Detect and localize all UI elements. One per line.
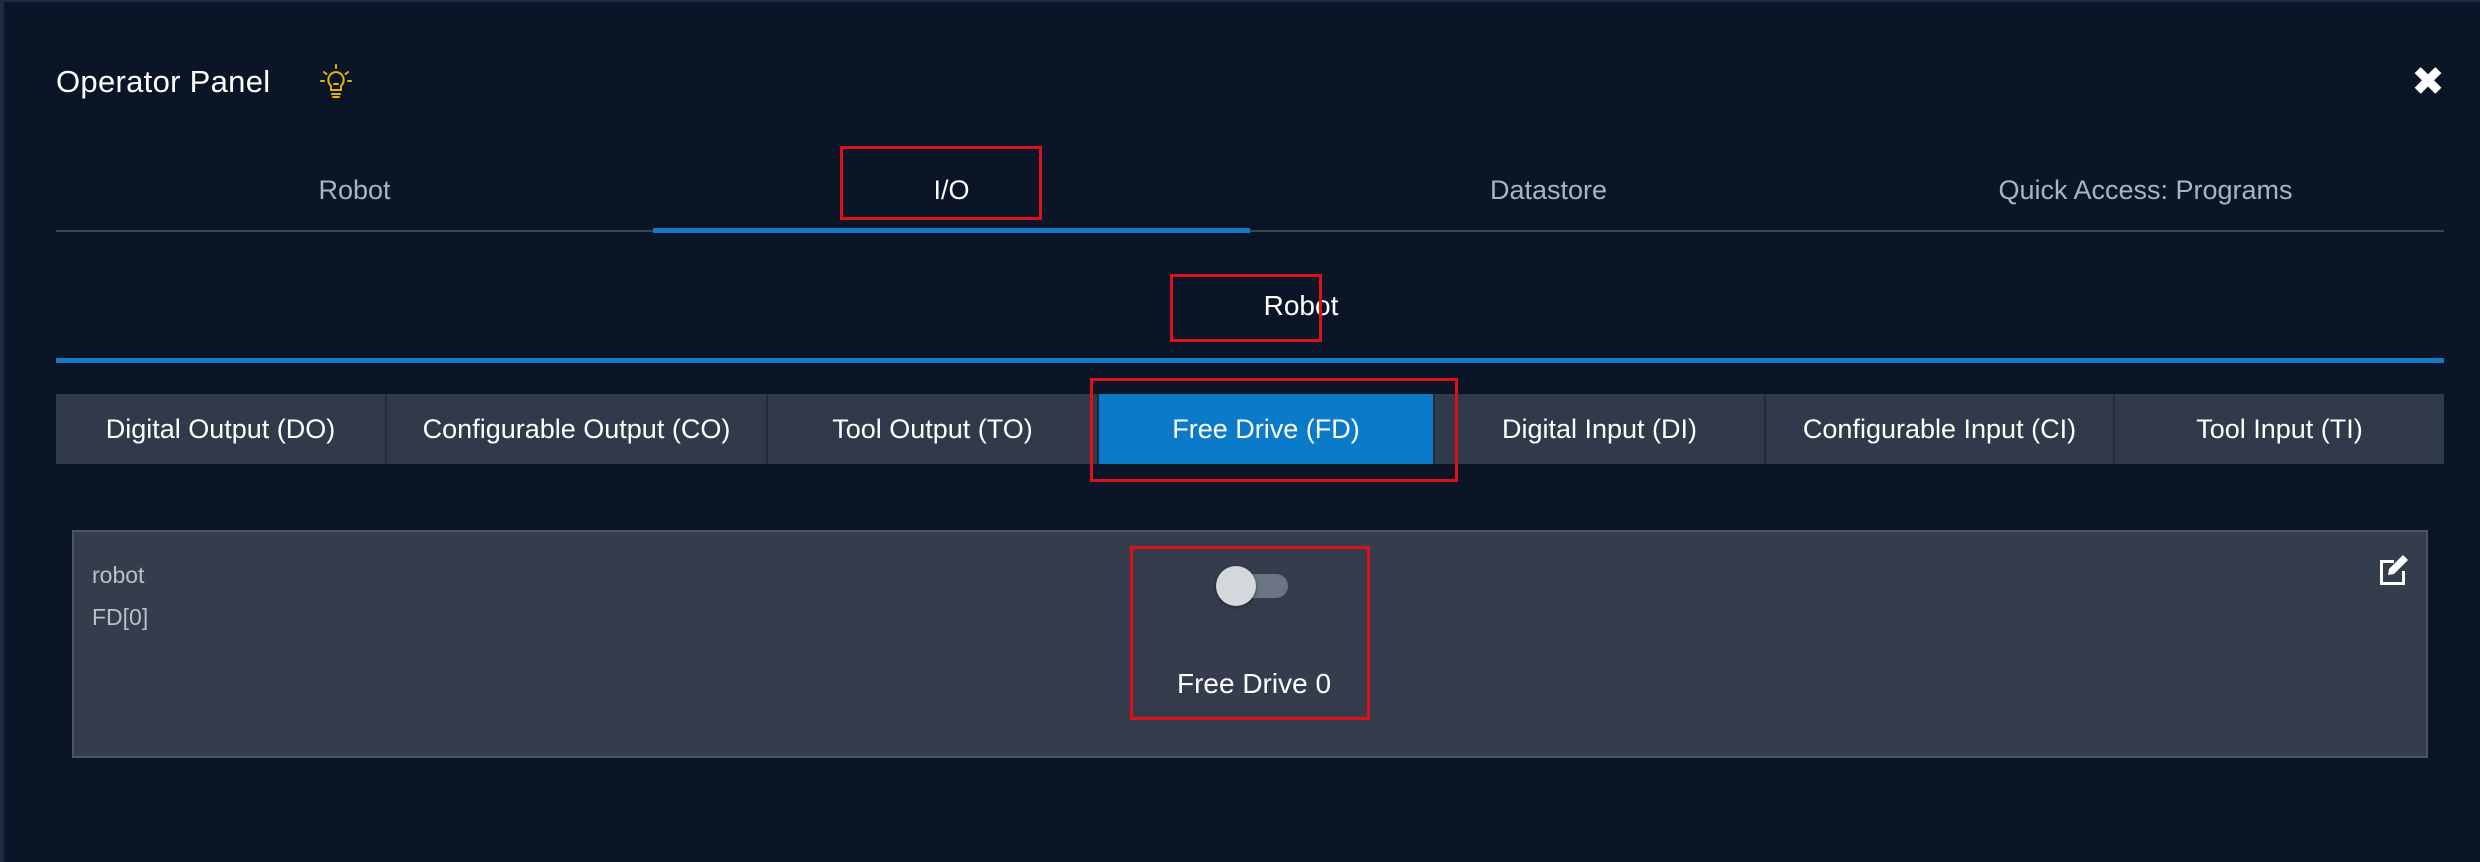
tab-configurable-output[interactable]: Configurable Output (CO)	[387, 394, 768, 464]
tab-digital-input[interactable]: Digital Input (DI)	[1435, 394, 1766, 464]
toggle-knob	[1216, 566, 1256, 606]
io-type-tabs: Digital Output (DO) Configurable Output …	[56, 394, 2444, 464]
tab-label: Robot	[318, 174, 391, 205]
panel-header: Operator Panel	[56, 64, 353, 100]
io-tab-label: Configurable Output (CO)	[422, 413, 731, 444]
tab-tool-input[interactable]: Tool Input (TI)	[2115, 394, 2444, 464]
tab-label: Quick Access: Programs	[1998, 174, 2293, 205]
main-tabs: Robot I/O Datastore Quick Access: Progra…	[56, 150, 2444, 233]
panel-title: Operator Panel	[56, 64, 271, 99]
io-tab-label: Configurable Input (CI)	[1802, 413, 2077, 444]
operator-panel: Operator Panel ✖ Robot I/O Datastore Qui…	[0, 0, 2480, 862]
io-item-address: FD[0]	[92, 604, 149, 630]
tab-datastore[interactable]: Datastore	[1250, 150, 1847, 230]
io-tab-label: Digital Input (DI)	[1501, 413, 1698, 444]
tab-robot[interactable]: Robot	[56, 150, 653, 230]
tab-configurable-input[interactable]: Configurable Input (CI)	[1766, 394, 2115, 464]
close-icon[interactable]: ✖	[2406, 60, 2450, 104]
edit-icon[interactable]	[2376, 552, 2410, 586]
io-tab-label: Tool Input (TI)	[2196, 413, 2363, 444]
tab-free-drive[interactable]: Free Drive (FD)	[1099, 394, 1435, 464]
io-item-label: Free Drive 0	[1176, 668, 1332, 699]
io-tab-label: Tool Output (TO)	[832, 413, 1033, 444]
free-drive-toggle[interactable]	[1216, 566, 1288, 606]
tab-label: I/O	[933, 174, 970, 205]
tab-digital-output[interactable]: Digital Output (DO)	[56, 394, 387, 464]
tab-tool-output[interactable]: Tool Output (TO)	[768, 394, 1099, 464]
tab-label: Datastore	[1489, 174, 1608, 205]
io-item-source: robot	[92, 562, 145, 588]
io-source-tabs: Robot	[56, 270, 2444, 363]
io-tab-label: Digital Output (DO)	[105, 413, 336, 444]
tab-io[interactable]: I/O	[653, 150, 1250, 233]
io-item-card: robot FD[0] Free Drive 0	[72, 530, 2428, 758]
io-item-meta: robot FD[0]	[92, 554, 148, 638]
lightbulb-icon[interactable]	[320, 64, 353, 100]
subtab-robot[interactable]: Robot	[1228, 274, 1374, 338]
io-tab-label: Free Drive (FD)	[1172, 413, 1360, 444]
tab-quick-access-programs[interactable]: Quick Access: Programs	[1847, 150, 2444, 230]
